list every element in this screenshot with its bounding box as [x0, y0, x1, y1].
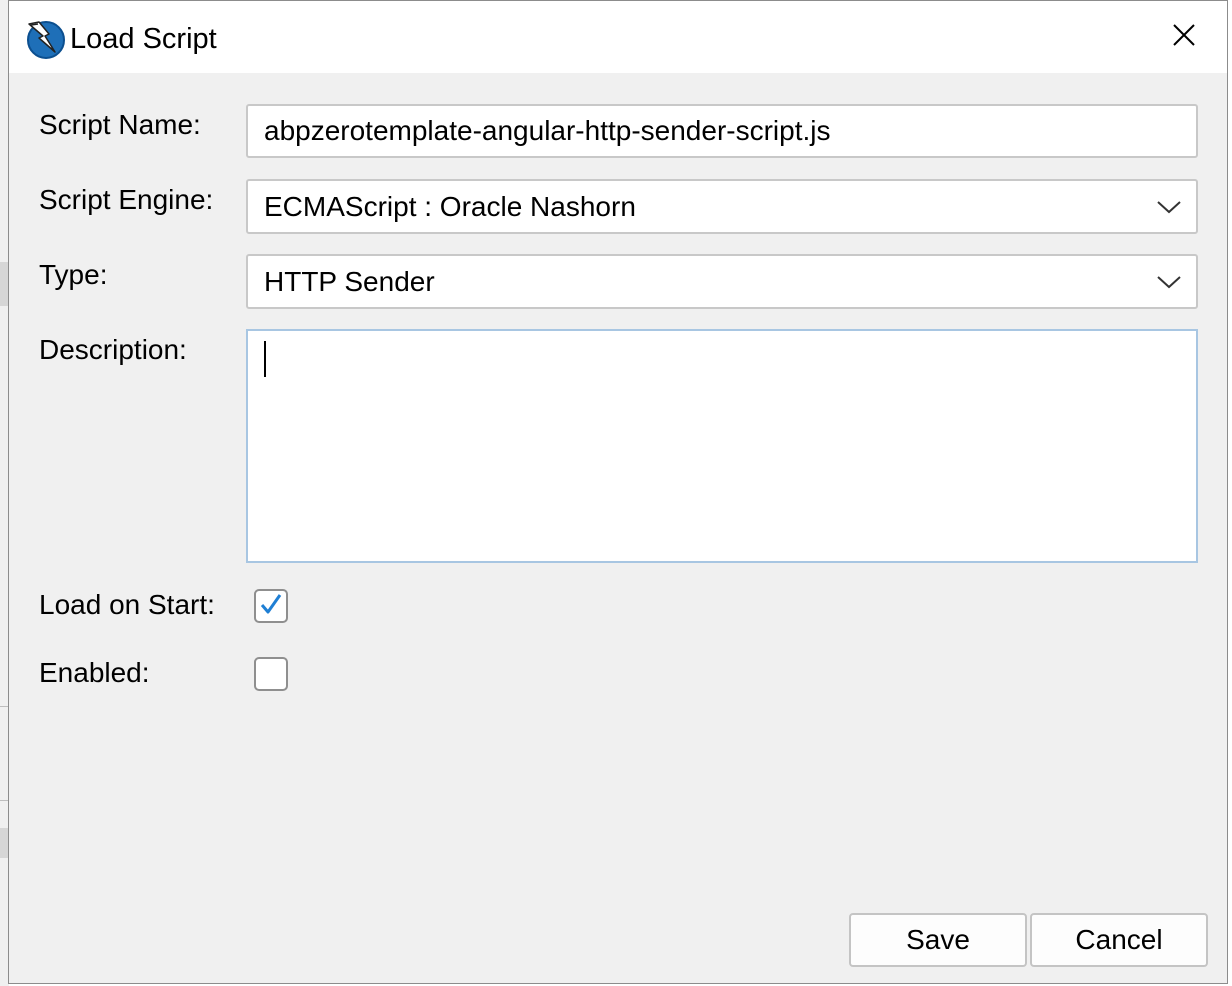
zap-logo-icon [25, 18, 67, 60]
close-button[interactable] [1141, 1, 1227, 73]
script-name-label: Script Name: [39, 109, 201, 140]
load-on-start-label: Load on Start: [39, 589, 215, 620]
script-name-input[interactable]: abpzerotemplate-angular-http-sender-scri… [246, 104, 1198, 158]
script-name-value: abpzerotemplate-angular-http-sender-scri… [264, 115, 831, 146]
type-value: HTTP Sender [264, 265, 435, 297]
dialog-title: Load Script [70, 23, 217, 55]
checkmark-icon [259, 592, 283, 621]
type-select[interactable]: HTTP Sender [246, 254, 1198, 309]
enabled-label: Enabled: [39, 657, 150, 688]
description-label: Description: [39, 334, 187, 365]
background-window-edge-right [1228, 0, 1232, 986]
load-script-dialog: Load Script Script Name: abpzerotemplate… [8, 0, 1228, 984]
save-button-label: Save [906, 924, 970, 955]
save-button[interactable]: Save [849, 913, 1027, 967]
cancel-button-label: Cancel [1075, 924, 1163, 955]
load-on-start-checkbox[interactable] [254, 589, 288, 623]
close-icon [1172, 23, 1196, 52]
cancel-button[interactable]: Cancel [1030, 913, 1208, 967]
script-engine-select[interactable]: ECMAScript : Oracle Nashorn [246, 179, 1198, 234]
type-label: Type: [39, 259, 108, 290]
script-engine-value: ECMAScript : Oracle Nashorn [264, 190, 636, 222]
enabled-checkbox[interactable] [254, 657, 288, 691]
chevron-down-icon [1156, 256, 1182, 307]
script-engine-label: Script Engine: [39, 184, 214, 215]
description-textarea[interactable] [246, 329, 1198, 563]
chevron-down-icon [1156, 181, 1182, 232]
text-caret [264, 341, 266, 377]
title-bar: Load Script [9, 1, 1227, 73]
